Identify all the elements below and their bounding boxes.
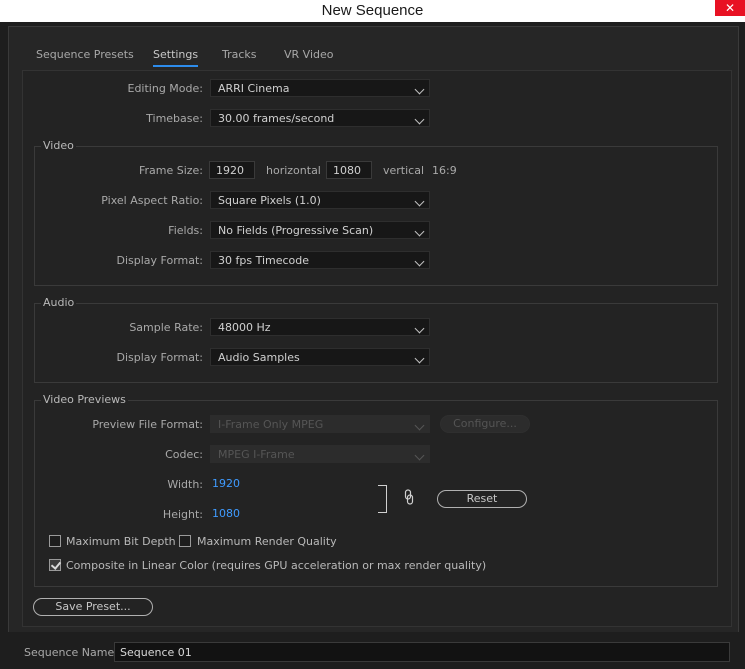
preview-height-value[interactable]: 1080 xyxy=(212,507,240,520)
tab-tracks[interactable]: Tracks xyxy=(222,48,257,61)
frame-size-label: Frame Size: xyxy=(138,164,203,177)
sample-rate-value: 48000 Hz xyxy=(218,321,271,334)
pixel-aspect-ratio-select[interactable]: Square Pixels (1.0) xyxy=(210,191,430,209)
chevron-down-icon xyxy=(414,84,425,95)
sequence-name-label: Sequence Name: xyxy=(24,646,118,659)
timebase-label: Timebase: xyxy=(146,112,203,125)
composite-linear-color-label: Composite in Linear Color (requires GPU … xyxy=(66,559,487,572)
codec-label: Codec: xyxy=(165,448,203,461)
chevron-down-icon xyxy=(414,114,425,125)
window-title: New Sequence xyxy=(321,2,424,19)
chevron-down-icon xyxy=(414,450,425,461)
tab-settings-label: Settings xyxy=(153,48,199,61)
active-tab-indicator xyxy=(153,65,199,67)
max-render-quality-checkbox[interactable] xyxy=(179,535,191,547)
max-render-quality-label: Maximum Render Quality xyxy=(197,535,337,548)
codec-value: MPEG I-Frame xyxy=(218,448,295,461)
sequence-name-input[interactable]: Sequence 01 xyxy=(114,642,730,662)
tab-sequence-presets[interactable]: Sequence Presets xyxy=(36,48,134,61)
vertical-label: vertical xyxy=(383,164,425,177)
aspect-ratio-value: 16:9 xyxy=(432,164,457,177)
fields-select[interactable]: No Fields (Progressive Scan) xyxy=(210,221,430,239)
audio-display-format-value: Audio Samples xyxy=(218,351,300,364)
max-bit-depth-label: Maximum Bit Depth xyxy=(66,535,176,548)
preview-file-format-value: I-Frame Only MPEG xyxy=(218,418,324,431)
title-bar: New Sequence ✕ xyxy=(0,0,745,22)
sample-rate-label: Sample Rate: xyxy=(129,321,203,334)
configure-button[interactable]: Configure... xyxy=(440,415,530,433)
preview-width-value[interactable]: 1920 xyxy=(212,477,240,490)
audio-display-format-select[interactable]: Audio Samples xyxy=(210,348,430,366)
fields-label: Fields: xyxy=(168,224,203,237)
editing-mode-value: ARRI Cinema xyxy=(218,82,290,95)
video-display-format-label: Display Format: xyxy=(116,254,203,267)
tab-settings[interactable]: Settings xyxy=(153,48,199,67)
preview-width-label: Width: xyxy=(167,478,203,491)
chevron-down-icon xyxy=(414,420,425,431)
video-previews-group-label: Video Previews xyxy=(41,393,128,406)
chevron-down-icon xyxy=(414,226,425,237)
pixel-aspect-ratio-value: Square Pixels (1.0) xyxy=(218,194,321,207)
preview-file-format-label: Preview File Format: xyxy=(92,418,203,431)
chevron-down-icon xyxy=(414,353,425,364)
pixel-aspect-ratio-label: Pixel Aspect Ratio: xyxy=(101,194,203,207)
timebase-select[interactable]: 30.00 frames/second xyxy=(210,109,430,127)
fields-value: No Fields (Progressive Scan) xyxy=(218,224,374,237)
close-button[interactable]: ✕ xyxy=(715,0,745,16)
timebase-value: 30.00 frames/second xyxy=(218,112,335,125)
audio-display-format-label: Display Format: xyxy=(116,351,203,364)
codec-select[interactable]: MPEG I-Frame xyxy=(210,445,430,463)
preview-file-format-select[interactable]: I-Frame Only MPEG xyxy=(210,415,430,433)
audio-group-label: Audio xyxy=(41,296,77,309)
constrain-bracket xyxy=(378,485,387,513)
close-icon: ✕ xyxy=(724,1,736,15)
editing-mode-label: Editing Mode: xyxy=(127,82,204,95)
editing-mode-select[interactable]: ARRI Cinema xyxy=(210,79,430,97)
reset-button[interactable]: Reset xyxy=(437,490,527,508)
composite-linear-color-checkbox[interactable] xyxy=(49,559,61,571)
sample-rate-select[interactable]: 48000 Hz xyxy=(210,318,430,336)
audio-group xyxy=(34,303,718,383)
preview-height-label: Height: xyxy=(162,508,203,521)
video-group-label: Video xyxy=(41,139,76,152)
frame-height-input[interactable]: 1080 xyxy=(326,161,372,179)
link-icon[interactable] xyxy=(404,489,414,505)
video-display-format-value: 30 fps Timecode xyxy=(218,254,310,267)
chevron-down-icon xyxy=(414,256,425,267)
video-display-format-select[interactable]: 30 fps Timecode xyxy=(210,251,430,269)
save-preset-button[interactable]: Save Preset... xyxy=(33,598,153,616)
tab-vr-video[interactable]: VR Video xyxy=(284,48,333,61)
frame-width-input[interactable]: 1920 xyxy=(209,161,255,179)
chevron-down-icon xyxy=(414,323,425,334)
horizontal-label: horizontal xyxy=(266,164,321,177)
chevron-down-icon xyxy=(414,196,425,207)
max-bit-depth-checkbox[interactable] xyxy=(49,535,61,547)
